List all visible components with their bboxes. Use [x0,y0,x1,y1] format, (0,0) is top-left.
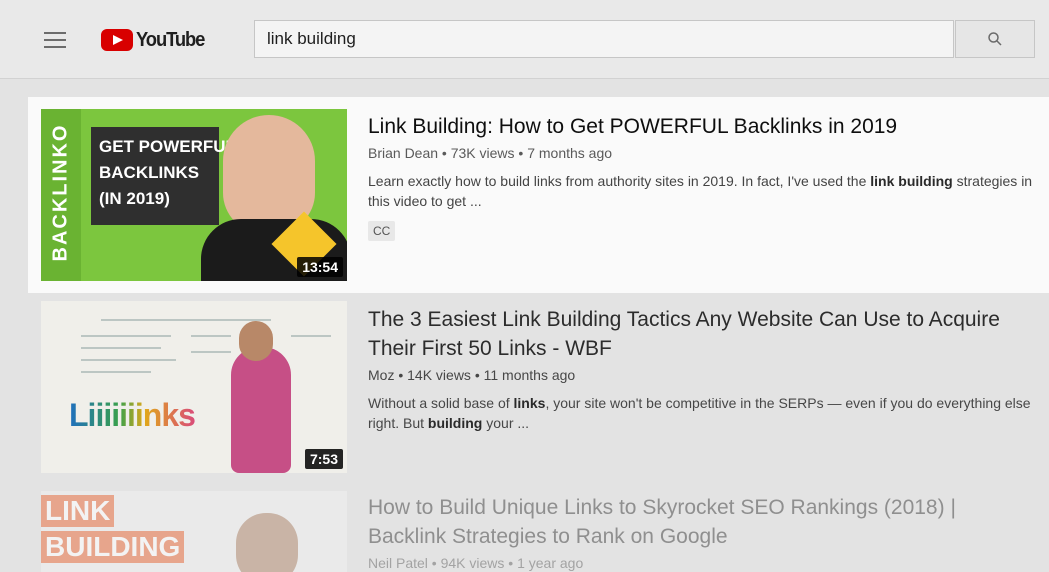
video-title[interactable]: Link Building: How to Get POWERFUL Backl… [368,112,1038,141]
youtube-logo-text: YouTube [136,28,205,51]
video-duration: 7:53 [304,449,343,469]
video-description: Learn exactly how to build links from au… [368,173,1033,209]
video-meta: Moz • 14K views • 11 months ago [368,367,576,383]
masthead: YouTube link building [0,0,1049,79]
thumbnail-headline: (IN 2019) [99,189,170,208]
search-icon [988,32,1002,46]
video-thumbnail[interactable]: LINK BUILDING [41,491,347,572]
video-duration: 13:54 [297,257,343,277]
video-result[interactable]: BACKLINKO GET POWERFUL BACKLINKS (IN 201… [28,97,1049,293]
video-description: Without a solid base of links, your site… [368,395,1031,431]
video-result[interactable]: LINK BUILDING How to Build Unique Links … [28,483,1049,572]
cc-badge: CC [368,221,396,241]
video-result[interactable]: Liiiiiiinks 7:53 The 3 Easiest Link Buil… [28,293,1049,483]
video-thumbnail[interactable]: BACKLINKO GET POWERFUL BACKLINKS (IN 201… [41,109,347,281]
thumbnail-headline: Liiiiiiinks [69,397,196,433]
presenter-image [231,347,291,473]
video-title[interactable]: How to Build Unique Links to Skyrocket S… [368,493,1038,551]
video-title[interactable]: The 3 Easiest Link Building Tactics Any … [368,305,1038,363]
video-thumbnail[interactable]: Liiiiiiinks 7:53 [41,301,347,473]
thumbnail-headline: BUILDING [41,531,185,563]
youtube-play-icon [101,29,133,51]
thumbnail-brand-text: BACKLINKO [49,123,72,262]
video-meta: Brian Dean • 73K views • 7 months ago [368,145,613,161]
search-input[interactable]: link building [254,20,954,58]
thumbnail-headline: BACKLINKS [99,163,200,182]
youtube-logo[interactable]: YouTube [101,29,210,51]
presenter-image [236,513,298,572]
hamburger-menu-icon[interactable] [44,32,66,48]
thumbnail-headline: GET POWERFUL [99,137,236,156]
search-button[interactable] [955,20,1035,58]
video-meta: Neil Patel • 94K views • 1 year ago [368,555,584,571]
thumbnail-headline: LINK [41,495,115,527]
